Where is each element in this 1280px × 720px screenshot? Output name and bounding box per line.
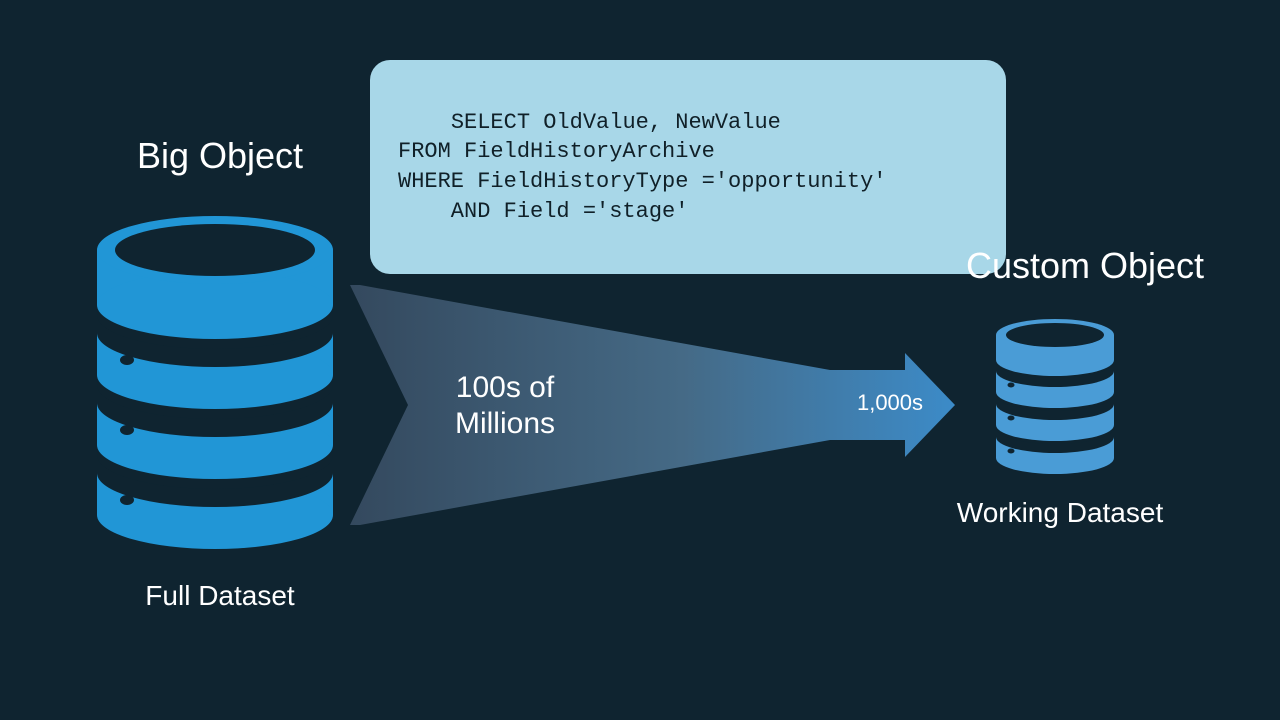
sql-code-box: SELECT OldValue, NewValue FROM FieldHist…	[370, 60, 1006, 274]
funnel-right-label: 1,000s	[850, 390, 930, 416]
big-object-db-icon	[85, 195, 345, 565]
custom-object-caption: Working Dataset	[940, 497, 1180, 529]
big-object-caption: Full Dataset	[80, 580, 360, 612]
funnel-left-label: 100s of Millions	[425, 370, 585, 442]
big-object-title: Big Object	[80, 135, 360, 177]
custom-object-db-icon	[990, 313, 1120, 483]
sql-code-text: SELECT OldValue, NewValue FROM FieldHist…	[398, 110, 886, 224]
custom-object-title: Custom Object	[940, 245, 1230, 287]
diagram-stage: SELECT OldValue, NewValue FROM FieldHist…	[0, 0, 1280, 720]
